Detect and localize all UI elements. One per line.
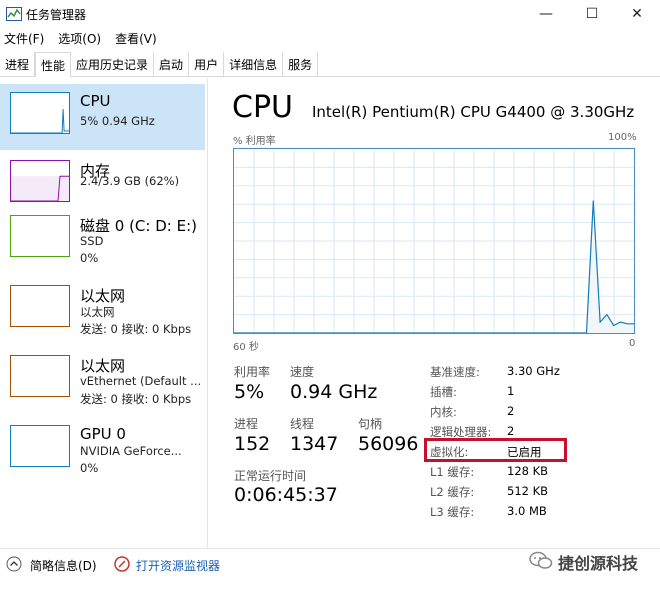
window-title: 任务管理器	[26, 8, 87, 22]
spec-label: L1 缓存:	[430, 465, 475, 479]
speed-label: 速度	[290, 365, 315, 379]
memory-thumbnail-fill	[11, 176, 69, 201]
handles-label: 句柄	[358, 417, 383, 431]
sidebar-item-vethernet[interactable]: 以太网 vEthernet (Default ... 发送: 0 接收: 0 K…	[0, 347, 205, 413]
spec-label: 插槽:	[430, 385, 457, 399]
spec-label: L2 缓存:	[430, 485, 475, 499]
watermark-text: 捷创源科技	[558, 554, 639, 573]
graph-zero-label: 0	[629, 338, 636, 349]
close-button[interactable]: ✕	[614, 0, 660, 28]
sidebar-item-detail: 0%	[80, 461, 99, 475]
tab-bar: 进程 性能 应用历史记录 启动 用户 详细信息 服务	[0, 52, 660, 78]
graph-y-label: % 利用率	[233, 136, 276, 147]
tab-startup[interactable]: 启动	[154, 52, 190, 76]
sidebar-item-detail: SSD	[80, 234, 104, 248]
utilization-value: 5%	[234, 381, 265, 403]
graph-max-label: 100%	[608, 132, 637, 143]
disk-thumbnail-graph	[10, 215, 70, 257]
brief-info-link[interactable]: 简略信息(D)	[30, 557, 97, 574]
sidebar-item-ethernet[interactable]: 以太网 以太网 发送: 0 接收: 0 Kbps	[0, 277, 205, 343]
page-title: CPU	[232, 90, 293, 125]
handles-value: 56096	[358, 433, 419, 455]
tab-performance[interactable]: 性能	[35, 52, 72, 78]
sidebar-item-disk[interactable]: 磁盘 0 (C: D: E:) SSD 0%	[0, 207, 205, 273]
uptime-label: 正常运行时间	[234, 469, 307, 483]
sidebar-item-title: 磁盘 0 (C: D: E:)	[80, 217, 197, 235]
sidebar-item-gpu[interactable]: GPU 0 NVIDIA GeForce... 0%	[0, 417, 205, 483]
tab-app-history[interactable]: 应用历史记录	[71, 52, 155, 76]
sidebar-item-cpu[interactable]: CPU 5% 0.94 GHz	[0, 84, 205, 150]
sidebar-item-detail: NVIDIA GeForce...	[80, 444, 182, 458]
threads-value: 1347	[290, 433, 339, 455]
maximize-button[interactable]: ☐	[569, 0, 615, 28]
spec-value: 3.30 GHz	[507, 364, 560, 378]
cpu-model-name: Intel(R) Pentium(R) CPU G4400 @ 3.30GHz	[312, 103, 635, 121]
spec-value: 3.0 MB	[507, 504, 547, 518]
spec-value: 128 KB	[507, 464, 549, 478]
sidebar-divider	[207, 78, 208, 548]
menu-view[interactable]: 查看(V)	[115, 32, 157, 46]
utilization-label: 利用率	[234, 365, 271, 379]
gpu-thumbnail-graph	[10, 425, 70, 467]
footer-divider	[0, 548, 660, 549]
menu-bar: 文件(F) 选项(O) 查看(V)	[4, 30, 171, 48]
spec-label: 基准速度:	[430, 365, 480, 379]
sidebar-item-detail: 发送: 0 接收: 0 Kbps	[80, 322, 192, 336]
minimize-button[interactable]: —	[523, 0, 569, 28]
tab-details[interactable]: 详细信息	[224, 52, 284, 76]
tab-users[interactable]: 用户	[189, 52, 225, 76]
title-bar: 任务管理器 — ☐ ✕	[0, 0, 660, 28]
tab-services[interactable]: 服务	[283, 52, 319, 76]
sidebar-item-title: 以太网	[80, 287, 126, 305]
tab-processes[interactable]: 进程	[0, 52, 36, 76]
sidebar-item-title: CPU	[80, 92, 111, 110]
sidebar-item-detail: 5% 0.94 GHz	[80, 114, 155, 128]
resource-monitor-icon	[114, 556, 130, 572]
speed-value: 0.94 GHz	[290, 381, 378, 403]
menu-file[interactable]: 文件(F)	[4, 32, 44, 46]
spec-value: 1	[507, 384, 515, 398]
menu-options[interactable]: 选项(O)	[58, 32, 101, 46]
sidebar-item-detail: 以太网	[80, 305, 115, 319]
spec-label: 内核:	[430, 405, 457, 419]
graph-time-label: 60 秒	[233, 342, 259, 353]
spec-value: 2	[507, 424, 515, 438]
uptime-value: 0:06:45:37	[234, 484, 338, 506]
sidebar-item-detail: 2.4/3.9 GB (62%)	[80, 174, 180, 188]
sidebar-item-title: GPU 0	[80, 425, 126, 443]
ethernet-thumbnail-graph	[10, 285, 70, 327]
task-manager-app-icon	[6, 6, 22, 21]
virtualization-highlight-box	[424, 438, 567, 462]
vethernet-thumbnail-graph	[10, 355, 70, 397]
processes-value: 152	[234, 433, 271, 455]
wechat-icon	[528, 549, 554, 573]
threads-label: 线程	[290, 417, 315, 431]
spec-value: 512 KB	[507, 484, 549, 498]
sidebar-item-detail: 发送: 0 接收: 0 Kbps	[80, 392, 192, 406]
open-resource-monitor-link[interactable]: 打开资源监视器	[136, 557, 220, 574]
spec-label: L3 缓存:	[430, 505, 475, 519]
sidebar-item-detail: 0%	[80, 251, 99, 265]
sidebar-item-title: 以太网	[80, 357, 126, 375]
cpu-utilization-graph	[233, 148, 635, 334]
spec-value: 2	[507, 404, 515, 418]
sidebar-item-detail: vEthernet (Default ...	[80, 374, 202, 388]
memory-thumbnail-graph	[10, 160, 70, 202]
collapse-chevron-icon[interactable]	[6, 556, 22, 572]
cpu-thumbnail-line	[11, 108, 69, 134]
cpu-thumbnail-graph	[10, 92, 70, 134]
processes-label: 进程	[234, 417, 259, 431]
